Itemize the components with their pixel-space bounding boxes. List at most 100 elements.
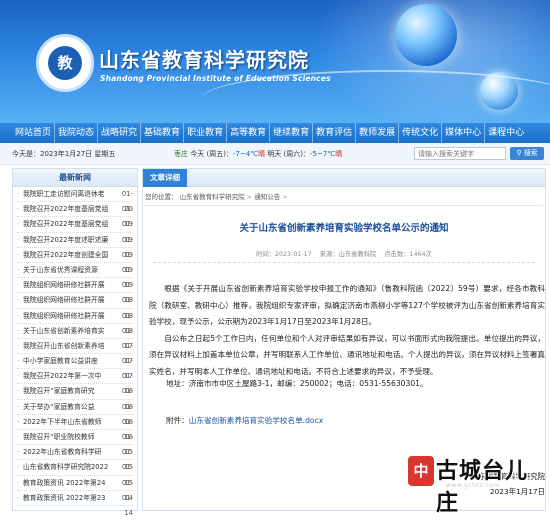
- weather-today-label: 今天 (周五)：: [190, 150, 233, 158]
- news-date: 01-16: [121, 387, 133, 411]
- news-title[interactable]: 山东省教育科学研究院2022: [23, 460, 115, 474]
- search-input[interactable]: [414, 147, 506, 160]
- news-title[interactable]: 关于山东省优秀课程资源: [23, 263, 115, 277]
- article-time: 时间：2023-01-17: [256, 251, 312, 258]
- list-item[interactable]: · 中小学家庭教育公益讲座 01-17: [17, 354, 133, 380]
- news-title[interactable]: 我院职工走访慰问离退休老: [23, 187, 115, 201]
- news-title[interactable]: 关于山东省创新素养培育实: [23, 324, 115, 338]
- list-item[interactable]: · 我院召开山东省创新素养培 01-17: [17, 339, 133, 366]
- news-title[interactable]: 我院召开山东省创新素养培: [23, 339, 115, 353]
- logo-mark: 教: [48, 46, 82, 80]
- article-divider: [153, 262, 535, 263]
- nav-item-teachers[interactable]: 教师发展: [356, 123, 400, 143]
- weather-today-temp: -7~4℃: [232, 150, 259, 158]
- weather-tomorrow-temp: -5~7℃: [310, 150, 336, 158]
- attachment-link[interactable]: 山东省创新素养培育实验学校名单.docx: [189, 416, 323, 425]
- breadcrumb-separator: >: [246, 193, 253, 201]
- news-title[interactable]: 我院召开2022年度基层党组: [23, 217, 115, 231]
- news-date: 01-17: [121, 326, 133, 350]
- list-item[interactable]: · 关于山东省优秀课程资源 01-19: [17, 263, 133, 290]
- news-date: 01-16: [121, 417, 133, 442]
- news-title[interactable]: 我院召开“职业院校教师: [23, 430, 115, 444]
- list-item[interactable]: · 2022年下半年山东省教师 01-16: [17, 415, 133, 442]
- search-button[interactable]: ⚲ 搜索: [510, 147, 544, 160]
- current-date: 今天是：2023年1月27日 星期五: [12, 150, 116, 158]
- institute-logo[interactable]: 教: [36, 34, 94, 92]
- list-item[interactable]: · 我院职工走访慰问离退休老 01-20: [17, 187, 133, 214]
- news-date: 01-19: [121, 220, 133, 244]
- news-title[interactable]: 我院召开2022年度述职述廉: [23, 233, 115, 247]
- list-item[interactable]: · 2022年山东省教育科学研 01-15: [17, 445, 133, 472]
- article-body: 根据《关于开展山东省创新素养培育实验学校申报工作的通知》（鲁教科院函〔2022〕…: [149, 281, 545, 380]
- globe-icon: [395, 4, 457, 66]
- nav-item-evaluation[interactable]: 教育评估: [313, 123, 357, 143]
- news-date: 01-19: [121, 265, 133, 290]
- list-item[interactable]: · 我院召开2022年第一次中 01-16: [17, 369, 133, 395]
- list-item[interactable]: · 我院召开2022年度基层党组 01-19: [17, 202, 133, 229]
- list-item[interactable]: · 我院召开2022年度基层党组 01-19: [17, 217, 133, 244]
- news-title[interactable]: 我院召开2022年度创建全国: [23, 248, 115, 262]
- news-title[interactable]: 我院召开2022年度基层党组: [23, 202, 115, 216]
- news-title[interactable]: 我院召开2022年第一次中: [23, 369, 115, 383]
- news-date: 01-16: [121, 402, 133, 426]
- news-date: 01-14: [121, 478, 133, 502]
- article-title: 关于山东省创新素养培育实验学校名单公示的通知: [239, 223, 449, 234]
- search-icon: ⚲: [516, 149, 522, 157]
- news-title[interactable]: 2022年下半年山东省教师: [23, 415, 115, 429]
- news-title[interactable]: 我院组织网络研修社群开展: [23, 293, 115, 307]
- watermark-url: www.gctez.com: [446, 482, 500, 489]
- info-bar: 今天是：2023年1月27日 星期五 枣庄 今天 (周五)：-7~4℃晴 明天 …: [0, 143, 550, 165]
- list-item[interactable]: · 我院召开2022年度述职述廉 01-19: [17, 233, 133, 259]
- news-date: 01-15: [121, 448, 133, 472]
- nav-item-culture[interactable]: 传统文化: [399, 123, 443, 143]
- nav-item-strategy[interactable]: 战略研究: [98, 123, 142, 143]
- nav-item-news[interactable]: 我院动态: [55, 123, 99, 143]
- attachment-label: 附件：: [166, 416, 189, 425]
- news-date: 01-17: [121, 341, 133, 366]
- list-item[interactable]: · 教育政策资讯 2022年第23 01-14: [17, 491, 133, 517]
- list-item[interactable]: · 山东省教育科学研究院2022 01-15: [17, 460, 133, 487]
- weather-forecast: 枣庄 今天 (周五)：-7~4℃晴 明天 (周六)：-5~7℃晴: [174, 149, 342, 159]
- list-item[interactable]: · 我院召开“职业院校教师 01-15: [17, 430, 133, 456]
- list-item[interactable]: · 我院召开2022年度创建全国 01-19: [17, 248, 133, 274]
- list-item[interactable]: · 我院组织网络研修社群开展 01-18: [17, 293, 133, 320]
- list-item[interactable]: · 我院组织网络研修社群开展 01-18: [17, 309, 133, 335]
- nav-item-vocational[interactable]: 职业教育: [184, 123, 228, 143]
- list-item[interactable]: · 教育政策资讯 2022年第24 01-14: [17, 476, 133, 502]
- list-item[interactable]: · 我院组织网络研修社群开展 01-18: [17, 278, 133, 305]
- news-title[interactable]: 教育政策资讯 2022年第23: [23, 491, 115, 505]
- list-item[interactable]: · 关于举办“家庭教育公益 01-16: [17, 400, 133, 426]
- weather-tomorrow-cond: 晴: [335, 150, 343, 158]
- header-banner: 教 山东省教育科学研究院 Shandong Provincial Institu…: [0, 0, 550, 123]
- tab-article-detail[interactable]: 文章详细: [143, 169, 187, 187]
- news-title[interactable]: 教育政策资讯 2022年第24: [23, 476, 115, 490]
- nav-item-higher-edu[interactable]: 高等教育: [227, 123, 271, 143]
- breadcrumb-notices[interactable]: 通知公告: [254, 193, 280, 201]
- watermark-seal: 中国: [408, 456, 434, 510]
- site-title-en: Shandong Provincial Institute of Educati…: [100, 74, 331, 83]
- article-paragraph-2: 自公布之日起5个工作日内，任何单位和个人对评审结果如有异议，可以书面形式向我院提…: [149, 333, 545, 376]
- breadcrumb-separator: >: [282, 193, 288, 201]
- search-button-label: 搜索: [523, 149, 538, 157]
- nav-item-basic-edu[interactable]: 基础教育: [141, 123, 185, 143]
- news-title[interactable]: 2022年山东省教育科学研: [23, 445, 115, 459]
- article-views: 点击数：1464次: [384, 251, 432, 258]
- main-nav: 网站首页 我院动态 战略研究 基础教育 职业教育 高等教育 继续教育 教育评估 …: [0, 123, 550, 143]
- list-item[interactable]: · 我院召开“家庭教育研究 01-16: [17, 384, 133, 411]
- news-title[interactable]: 我院组织网络研修社群开展: [23, 278, 115, 292]
- news-title[interactable]: 我院召开“家庭教育研究: [23, 384, 115, 398]
- breadcrumb-home[interactable]: 山东省教育科学研究院: [180, 193, 245, 201]
- nav-item-continuing[interactable]: 继续教育: [270, 123, 314, 143]
- news-date: 01-19: [121, 205, 133, 229]
- nav-item-media[interactable]: 媒体中心: [442, 123, 486, 143]
- list-item[interactable]: · 关于山东省创新素养培育实 01-17: [17, 324, 133, 350]
- nav-item-home[interactable]: 网站首页: [12, 123, 56, 143]
- site-title: 山东省教育科学研究院: [99, 48, 309, 72]
- weather-tomorrow-label: 明天 (周六)：: [267, 150, 311, 158]
- nav-item-courses[interactable]: 课程中心: [485, 123, 527, 143]
- news-date: 01-20: [121, 190, 133, 214]
- news-title[interactable]: 中小学家庭教育公益讲座: [23, 354, 115, 368]
- news-date: 01-18: [121, 281, 133, 305]
- news-title[interactable]: 我院组织网络研修社群开展: [23, 309, 115, 323]
- news-title[interactable]: 关于举办“家庭教育公益: [23, 400, 115, 414]
